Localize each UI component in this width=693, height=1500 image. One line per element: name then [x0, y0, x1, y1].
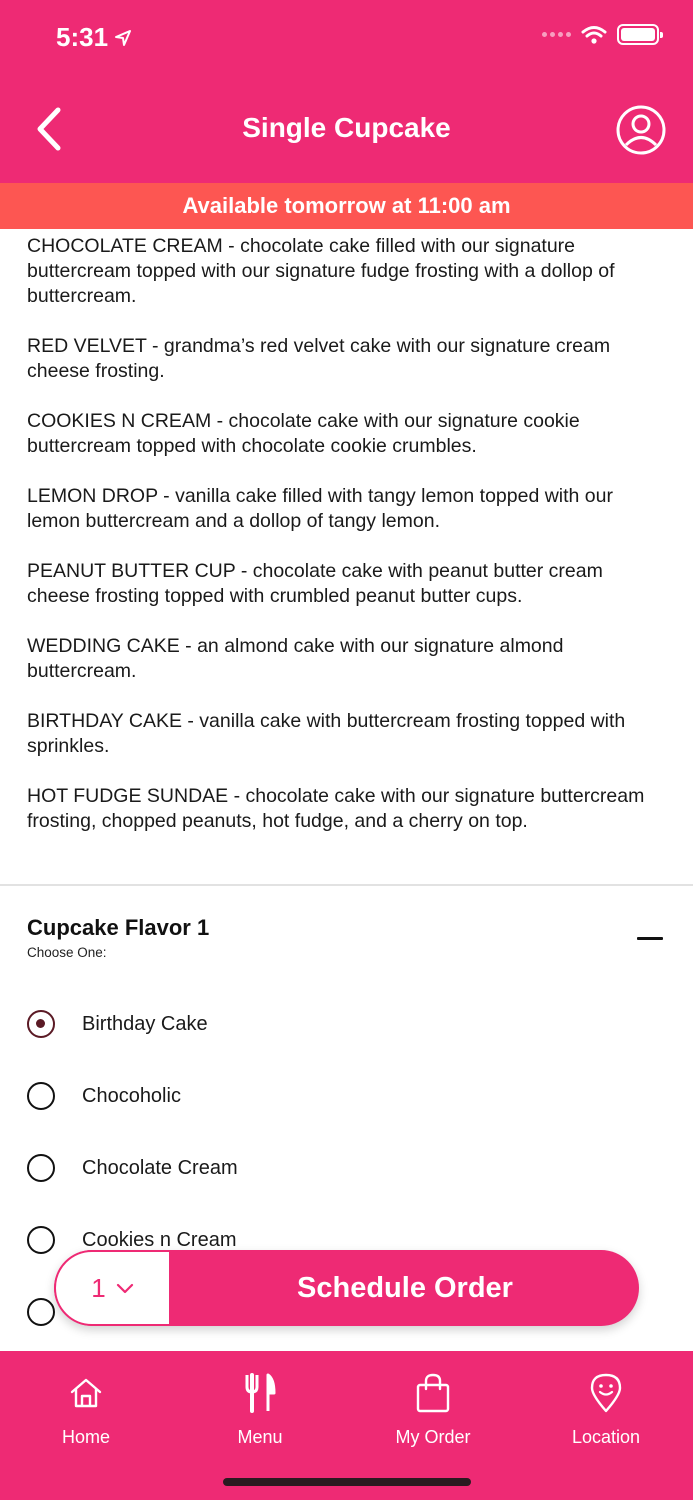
bottom-tab-bar: Home Menu My Order Location — [0, 1351, 693, 1500]
app-header: 5:31 Single Cupcake — [0, 0, 693, 183]
radio-icon[interactable] — [27, 1298, 55, 1326]
description-paragraph: HOT FUDGE SUNDAE - chocolate cake with o… — [27, 785, 645, 832]
location-pin-icon — [590, 1373, 622, 1413]
utensils-icon — [245, 1373, 276, 1413]
shopping-bag-icon — [416, 1373, 450, 1413]
flavor-section-subtitle: Choose One: — [27, 945, 107, 960]
minus-icon — [637, 936, 663, 940]
flavor-option[interactable]: Chocolate Cream — [27, 1148, 627, 1188]
flavor-option[interactable]: Birthday Cake — [27, 1004, 627, 1044]
tab-menu[interactable]: Menu — [190, 1371, 330, 1448]
tab-my-order-label: My Order — [395, 1427, 471, 1447]
schedule-order-button[interactable]: Schedule Order — [171, 1250, 639, 1326]
flavor-descriptions: CHOCOLATE CREAM - chocolate cake filled … — [27, 234, 667, 859]
signal-icon — [542, 32, 571, 37]
description-paragraph: CHOCOLATE CREAM - chocolate cake filled … — [27, 235, 615, 307]
status-time-label: 5:31 — [56, 22, 109, 52]
quantity-value: 1 — [91, 1272, 106, 1303]
flavor-option-label: Chocoholic — [82, 1084, 181, 1107]
chevron-down-icon — [116, 1283, 133, 1294]
description-paragraph: LEMON DROP - vanilla cake filled with ta… — [27, 485, 613, 532]
status-bar-time: 5:31 — [56, 22, 132, 53]
description-paragraph: COOKIES N CREAM - chocolate cake with ou… — [27, 410, 580, 457]
profile-icon[interactable] — [615, 104, 667, 156]
flavor-option-label: Birthday Cake — [82, 1012, 208, 1035]
flavor-option[interactable]: Chocoholic — [27, 1076, 627, 1116]
description-paragraph: BIRTHDAY CAKE - vanilla cake with butter… — [27, 710, 626, 757]
radio-icon[interactable] — [27, 1226, 55, 1254]
flavor-option-label: Cookies n Cream — [82, 1228, 237, 1251]
radio-icon[interactable] — [27, 1082, 55, 1110]
flavor-section-title: Cupcake Flavor 1 — [27, 915, 210, 940]
quantity-selector[interactable]: 1 — [54, 1250, 171, 1326]
radio-icon[interactable] — [27, 1154, 55, 1182]
status-bar-indicators — [542, 24, 663, 45]
tab-location-label: Location — [571, 1427, 641, 1447]
order-bar: 1 Schedule Order — [54, 1250, 639, 1326]
page-title: Single Cupcake — [242, 112, 451, 143]
tab-home-label: Home — [61, 1427, 110, 1447]
home-icon — [70, 1378, 102, 1408]
availability-banner: Available tomorrow at 11:00 am — [0, 183, 693, 229]
description-paragraph: PEANUT BUTTER CUP - chocolate cake with … — [27, 560, 603, 607]
battery-icon — [617, 24, 663, 45]
radio-selected-icon[interactable] — [27, 1010, 55, 1038]
description-paragraph: WEDDING CAKE - an almond cake with our s… — [27, 635, 564, 682]
description-paragraph: RED VELVET - grandma’s red velvet cake w… — [27, 335, 611, 382]
availability-text: Available tomorrow at 11:00 am — [182, 193, 511, 218]
tab-menu-label: Menu — [237, 1427, 283, 1447]
location-arrow-icon — [115, 29, 132, 46]
home-indicator — [223, 1478, 471, 1486]
wifi-icon — [581, 25, 607, 44]
tab-location[interactable]: Location — [536, 1371, 676, 1448]
flavor-option-label: Chocolate Cream — [82, 1156, 238, 1179]
schedule-order-label: Schedule Order — [297, 1271, 513, 1304]
tab-home[interactable]: Home — [16, 1371, 156, 1448]
collapse-section-button[interactable] — [637, 933, 663, 943]
tab-my-order[interactable]: My Order — [363, 1371, 503, 1448]
section-divider — [0, 884, 693, 886]
